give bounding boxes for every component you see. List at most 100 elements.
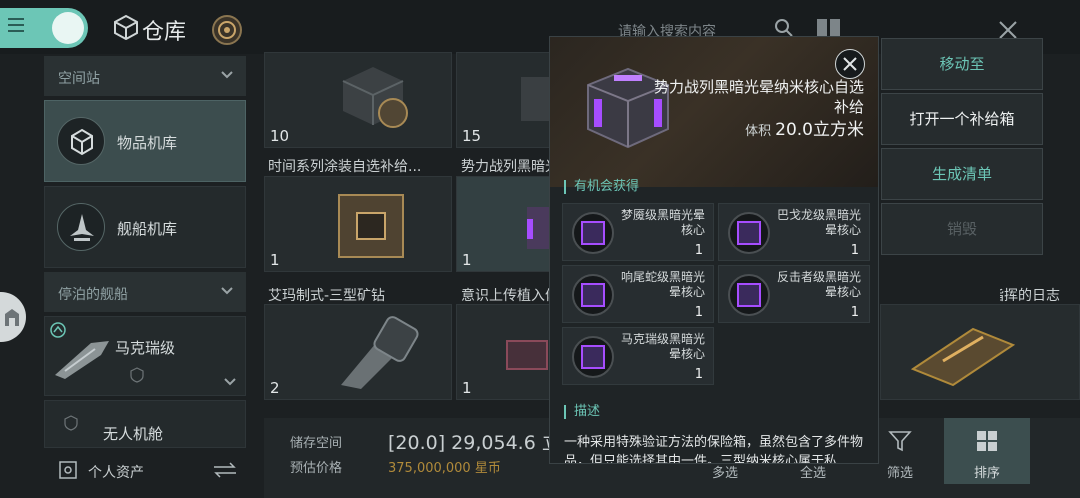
halo-core-icon bbox=[572, 274, 614, 316]
station-icon bbox=[5, 309, 19, 326]
filter-icon bbox=[888, 431, 912, 452]
sidebar-item-item-hangar[interactable]: 物品机库 bbox=[44, 100, 246, 182]
search-icon[interactable] bbox=[774, 18, 794, 38]
shield-icon bbox=[130, 367, 144, 383]
item-hangar-icon-wrap bbox=[57, 117, 105, 165]
station-section-header[interactable]: 空间站 bbox=[44, 56, 246, 96]
reward-qty: 1 bbox=[694, 243, 703, 258]
ship-image-icon bbox=[55, 341, 109, 379]
multi-select-button[interactable]: 多选 bbox=[700, 462, 750, 481]
price-label: 预估价格 bbox=[290, 461, 343, 476]
grid-card-mining-drill[interactable]: 2 bbox=[264, 304, 452, 400]
item-title: 势力战列黑暗光 bbox=[461, 159, 559, 175]
grid-card-selected[interactable]: 1 bbox=[456, 176, 551, 272]
halo-core-icon bbox=[728, 274, 770, 316]
menu-icon bbox=[8, 18, 24, 36]
item-quantity: 1 bbox=[270, 251, 280, 269]
open-supply-crate-button[interactable]: 打开一个补给箱 bbox=[881, 93, 1043, 145]
station-section-label: 空间站 bbox=[58, 71, 100, 87]
item-quantity: 1 bbox=[462, 379, 472, 397]
crate-image-icon bbox=[521, 77, 551, 121]
item-title: 时间系列涂装自选补给... bbox=[268, 159, 422, 175]
menu-button[interactable] bbox=[0, 8, 88, 48]
target-ring-icon[interactable] bbox=[211, 14, 243, 46]
item-quantity: 15 bbox=[462, 127, 482, 145]
item-detail-popup: 势力战列黑暗光晕纳米核心自选补给 体积 20.0立方米 有机会获得 梦魇级黑暗光晕… bbox=[549, 36, 879, 464]
reward-item[interactable]: 马克瑞级黑暗光晕核心 1 bbox=[562, 327, 714, 385]
item-quantity: 10 bbox=[270, 127, 290, 145]
reward-name: 马克瑞级黑暗光晕核心 bbox=[620, 332, 705, 361]
crate-image-icon bbox=[342, 67, 408, 128]
menu-toggle-knob bbox=[52, 12, 84, 44]
grid-card-implant[interactable]: 1 bbox=[456, 304, 550, 400]
drone-bay-label: 无人机舱 bbox=[103, 425, 164, 443]
halo-core-icon bbox=[572, 336, 614, 378]
filter-button[interactable]: 筛选 bbox=[872, 420, 928, 482]
description-section-header: 描述 bbox=[564, 405, 600, 419]
item-hangar-icon bbox=[71, 128, 93, 156]
price-value: 375,000,000 星币 bbox=[388, 461, 501, 476]
sidebar-item-label: 物品机库 bbox=[117, 134, 178, 152]
reward-qty: 1 bbox=[850, 243, 859, 258]
grid-card-paint-crate[interactable]: 10 bbox=[264, 52, 452, 148]
reward-qty: 1 bbox=[694, 367, 703, 382]
reward-item[interactable]: 反击者级黑暗光晕核心 1 bbox=[718, 265, 870, 323]
sidebar-item-ship-macreary[interactable]: 马克瑞级 bbox=[44, 316, 246, 396]
reward-item[interactable]: 巴戈龙级黑暗光晕核心 1 bbox=[718, 203, 870, 261]
warehouse-cube-icon bbox=[114, 14, 138, 40]
swap-icon[interactable] bbox=[212, 462, 238, 478]
item-title: 意识上传植入体 bbox=[461, 288, 559, 304]
chevron-down-icon[interactable] bbox=[223, 375, 237, 389]
grid-card-commander-log[interactable] bbox=[880, 304, 1080, 400]
volume-value: 20.0立方米 bbox=[775, 120, 864, 140]
reward-name: 反击者级黑暗光晕核心 bbox=[776, 270, 861, 299]
log-device-icon bbox=[910, 327, 1016, 387]
sidebar-item-drone-bay[interactable]: 无人机舱 bbox=[44, 400, 246, 448]
halo-core-icon bbox=[728, 212, 770, 254]
ship-hangar-icon bbox=[70, 214, 94, 241]
grid-card-dark-halo-crate[interactable]: 15 bbox=[456, 52, 551, 148]
sidebar-item-ship-hangar[interactable]: 舰船机库 bbox=[44, 186, 246, 268]
reward-item[interactable]: 响尾蛇级黑暗光晕核心 1 bbox=[562, 265, 714, 323]
sort-label: 排序 bbox=[973, 466, 1000, 481]
grid-card-gold-crate[interactable]: 1 bbox=[264, 176, 452, 272]
select-all-button[interactable]: 全选 bbox=[788, 462, 838, 481]
gold-crate-icon bbox=[338, 194, 404, 258]
docked-ships-header[interactable]: 停泊的舰船 bbox=[44, 272, 246, 312]
popup-item-title: 势力战列黑暗光晕纳米核心自选补给 bbox=[653, 78, 864, 116]
reward-qty: 1 bbox=[850, 305, 859, 320]
volume-label: 体积 bbox=[745, 124, 772, 139]
item-quantity: 1 bbox=[462, 251, 472, 269]
reward-name: 巴戈龙级黑暗光晕核心 bbox=[776, 208, 861, 237]
close-icon bbox=[843, 57, 857, 71]
generate-list-button[interactable]: 生成清单 bbox=[881, 148, 1043, 200]
chevron-down-icon bbox=[221, 71, 233, 79]
item-title: 艾玛制式-三型矿钻 bbox=[268, 288, 386, 304]
reward-name: 响尾蛇级黑暗光晕核心 bbox=[620, 270, 705, 299]
purple-crate-icon bbox=[527, 207, 551, 249]
implant-icon bbox=[506, 340, 548, 370]
popup-close-button[interactable] bbox=[835, 49, 865, 79]
halo-core-icon bbox=[572, 212, 614, 254]
ship-hangar-icon-wrap bbox=[57, 203, 105, 251]
move-to-button[interactable]: 移动至 bbox=[881, 38, 1043, 90]
floating-side-tab[interactable] bbox=[0, 292, 26, 342]
reward-qty: 1 bbox=[694, 305, 703, 320]
destroy-button[interactable]: 销毁 bbox=[881, 203, 1043, 255]
filter-label: 筛选 bbox=[886, 466, 913, 481]
page-title: 仓库 bbox=[142, 20, 187, 45]
ship-name-label: 马克瑞级 bbox=[115, 339, 176, 357]
reward-item[interactable]: 梦魇级黑暗光晕核心 1 bbox=[562, 203, 714, 261]
docked-ships-label: 停泊的舰船 bbox=[58, 287, 128, 303]
storage-value: [20.0] 29,054.6 立 bbox=[388, 432, 550, 454]
item-description: 一种采用特殊验证方法的保险箱，虽然包含了多件物品，但只能选择其中一件。三型纳米核… bbox=[564, 435, 864, 464]
storage-label: 储存空间 bbox=[290, 436, 343, 451]
sort-button[interactable]: 排序 bbox=[944, 418, 1030, 484]
item-title: 指挥的日志 bbox=[1000, 288, 1060, 304]
mining-drill-icon bbox=[341, 316, 419, 389]
personal-assets-row[interactable]: 个人资产 bbox=[44, 452, 246, 492]
sort-grid-icon bbox=[977, 431, 997, 451]
reward-name: 梦魇级黑暗光晕核心 bbox=[620, 208, 705, 237]
safe-icon bbox=[59, 461, 77, 479]
item-quantity: 2 bbox=[270, 379, 280, 397]
